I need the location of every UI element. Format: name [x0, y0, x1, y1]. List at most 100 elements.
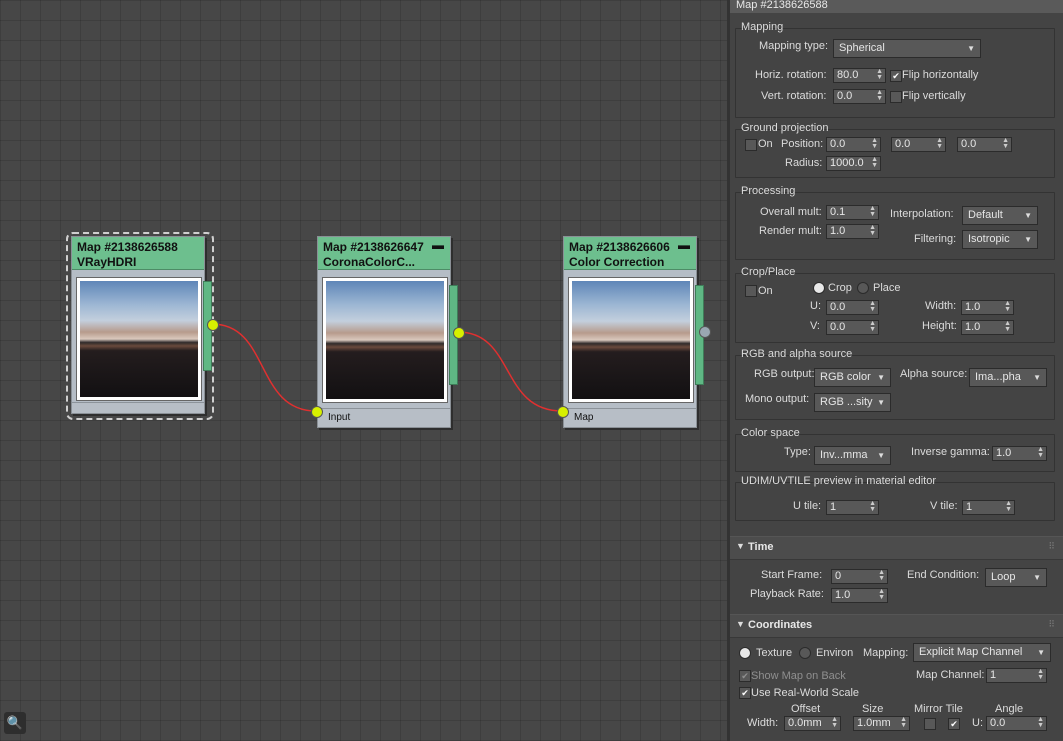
spinner-arrows-icon[interactable]: ▲ ▼ [869, 301, 876, 313]
wire-vrayhdri-to-corona[interactable] [211, 323, 317, 412]
position-z-spinner[interactable]: 0.0 ▲ ▼ [957, 137, 1012, 152]
output-port[interactable] [207, 319, 219, 331]
spinner-arrows-icon[interactable]: ▲ ▼ [876, 90, 883, 102]
mapping-type-dropdown[interactable]: Spherical ▼ [833, 39, 981, 58]
spinner-arrows-icon[interactable]: ▲ ▼ [1037, 447, 1044, 459]
render-mult-spinner[interactable]: 1.0 ▲ ▼ [826, 224, 879, 239]
node-editor-canvas[interactable]: Map #2138626588 VRayHDRI Map #2138626647… [0, 0, 727, 741]
position-y-spinner[interactable]: 0.0 ▲ ▼ [891, 137, 946, 152]
drag-handle-icon[interactable]: ⠿ [1048, 619, 1055, 630]
crop-on-checkbox[interactable] [745, 285, 757, 297]
radius-spinner[interactable]: 1000.0 ▲ ▼ [826, 156, 881, 171]
collapse-icon[interactable]: ▼ [736, 619, 745, 629]
rollout-time[interactable]: ▼ Time ⠿ [730, 536, 1063, 560]
start-frame-spinner[interactable]: 0 ▲ ▼ [831, 569, 888, 584]
spinner-arrows-icon[interactable]: ▲ ▼ [831, 717, 838, 729]
input-port[interactable] [311, 406, 323, 418]
collapse-icon[interactable]: ▼ [736, 541, 745, 551]
crop-radio-label: Crop [828, 282, 852, 294]
node-header[interactable]: Map #2138626606 Color Correction ▬ [564, 237, 696, 270]
alpha-source-dropdown[interactable]: Ima...pha ▼ [969, 368, 1047, 387]
spinner-arrows-icon[interactable]: ▲ ▼ [1004, 321, 1011, 333]
drag-handle-icon[interactable]: ⠿ [1048, 541, 1055, 552]
spinner-arrows-icon[interactable]: ▲ ▼ [869, 501, 876, 513]
dropdown-value: Loop [991, 571, 1016, 583]
wire-corona-to-colorcorrection[interactable] [457, 331, 563, 412]
mirror-u-checkbox[interactable] [924, 718, 936, 730]
spinner-arrows-icon[interactable]: ▲ ▼ [1037, 669, 1044, 681]
node-footer: Input [318, 408, 450, 427]
end-condition-dropdown[interactable]: Loop ▼ [985, 568, 1047, 587]
crop-height-spinner[interactable]: 1.0 ▲ ▼ [961, 320, 1014, 335]
vert-rotation-spinner[interactable]: 0.0 ▲ ▼ [833, 89, 886, 104]
spinner-arrows-icon[interactable]: ▲ ▼ [878, 570, 885, 582]
spinner-arrows-icon[interactable]: ▲ ▼ [871, 138, 878, 150]
node-color-correction[interactable]: Map #2138626606 Color Correction ▬ Map [563, 236, 704, 428]
group-title: RGB and alpha source [741, 348, 853, 360]
node-header[interactable]: Map #2138626647 CoronaColorC... ▬ [318, 237, 450, 270]
interpolation-dropdown[interactable]: Default ▼ [962, 206, 1038, 225]
mono-output-dropdown[interactable]: RGB ...sity ▼ [814, 393, 891, 412]
inverse-gamma-spinner[interactable]: 1.0 ▲ ▼ [992, 446, 1047, 461]
node-type: Color Correction [569, 255, 665, 269]
vert-rotation-label: Vert. rotation: [761, 90, 827, 102]
position-x-spinner[interactable]: 0.0 ▲ ▼ [826, 137, 881, 152]
u-tile-spinner[interactable]: 1 ▲ ▼ [826, 500, 879, 515]
coords-mapping-dropdown[interactable]: Explicit Map Channel ▼ [913, 643, 1051, 662]
node-header[interactable]: Map #2138626588 VRayHDRI [72, 237, 204, 270]
spinner-arrows-icon[interactable]: ▲ ▼ [878, 589, 885, 601]
node-vrayhdri[interactable]: Map #2138626588 VRayHDRI [71, 236, 212, 414]
crop-width-spinner[interactable]: 1.0 ▲ ▼ [961, 300, 1014, 315]
filtering-dropdown[interactable]: Isotropic ▼ [962, 230, 1038, 249]
rgb-output-dropdown[interactable]: RGB color ▼ [814, 368, 891, 387]
cs-type-label: Type: [784, 446, 811, 458]
horiz-rotation-spinner[interactable]: 80.0 ▲ ▼ [833, 68, 886, 83]
minimize-icon[interactable]: ▬ [432, 238, 444, 253]
playback-rate-spinner[interactable]: 1.0 ▲ ▼ [831, 588, 888, 603]
spinner-arrows-icon[interactable]: ▲ ▼ [871, 157, 878, 169]
crop-u-spinner[interactable]: 0.0 ▲ ▼ [826, 300, 879, 315]
node-coronacolorcorrect[interactable]: Map #2138626647 CoronaColorC... ▬ Input [317, 236, 458, 428]
spinner-arrows-icon[interactable]: ▲ ▼ [869, 321, 876, 333]
place-radio[interactable] [857, 282, 869, 294]
place-radio-label: Place [873, 282, 901, 294]
overall-mult-spinner[interactable]: 0.1 ▲ ▼ [826, 205, 879, 220]
real-world-scale-checkbox[interactable]: ✔ [739, 687, 751, 699]
angle-u-label: U: [972, 717, 983, 729]
spinner-arrows-icon[interactable]: ▲ ▼ [876, 69, 883, 81]
v-tile-spinner[interactable]: 1 ▲ ▼ [962, 500, 1015, 515]
spinner-arrows-icon[interactable]: ▲ ▼ [1037, 717, 1044, 729]
spinner-arrows-icon[interactable]: ▲ ▼ [869, 225, 876, 237]
output-port[interactable] [453, 327, 465, 339]
spinner-arrows-icon[interactable]: ▲ ▼ [900, 717, 907, 729]
spinner-arrows-icon[interactable]: ▲ ▼ [1002, 138, 1009, 150]
minimize-icon[interactable]: ▬ [678, 238, 690, 253]
offset-width-spinner[interactable]: 0.0mm ▲ ▼ [784, 716, 841, 731]
crop-radio[interactable] [813, 282, 825, 294]
spinner-arrows-icon[interactable]: ▲ ▼ [869, 206, 876, 218]
spinner-arrows-icon[interactable]: ▲ ▼ [1005, 501, 1012, 513]
ground-on-checkbox[interactable] [745, 139, 757, 151]
dropdown-value: RGB color [820, 371, 871, 383]
tile-u-checkbox[interactable]: ✔ [948, 718, 960, 730]
angle-u-spinner[interactable]: 0.0 ▲ ▼ [986, 716, 1047, 731]
spinner-arrows-icon[interactable]: ▲ ▼ [936, 138, 943, 150]
texture-radio[interactable] [739, 647, 751, 659]
node-title: Map #2138626647 [323, 240, 424, 254]
input-port[interactable] [557, 406, 569, 418]
show-map-on-back-checkbox[interactable]: ✔ [739, 670, 751, 682]
alpha-source-label: Alpha source: [900, 368, 968, 380]
map-channel-spinner[interactable]: 1 ▲ ▼ [986, 668, 1047, 683]
output-port-unconnected[interactable] [699, 326, 711, 338]
spinner-arrows-icon[interactable]: ▲ ▼ [1004, 301, 1011, 313]
flip-horizontally-checkbox[interactable]: ✔ [890, 70, 902, 82]
spinner-value: 0.0 [830, 138, 846, 150]
group-title: Crop/Place [741, 266, 796, 278]
environ-radio[interactable] [799, 647, 811, 659]
size-width-spinner[interactable]: 1.0mm ▲ ▼ [853, 716, 910, 731]
binoculars-icon[interactable]: 🔍 [4, 712, 26, 734]
cs-type-dropdown[interactable]: Inv...mma ▼ [814, 446, 891, 465]
flip-vertically-checkbox[interactable] [890, 91, 902, 103]
rollout-coordinates[interactable]: ▼ Coordinates ⠿ [730, 614, 1063, 638]
crop-v-spinner[interactable]: 0.0 ▲ ▼ [826, 320, 879, 335]
